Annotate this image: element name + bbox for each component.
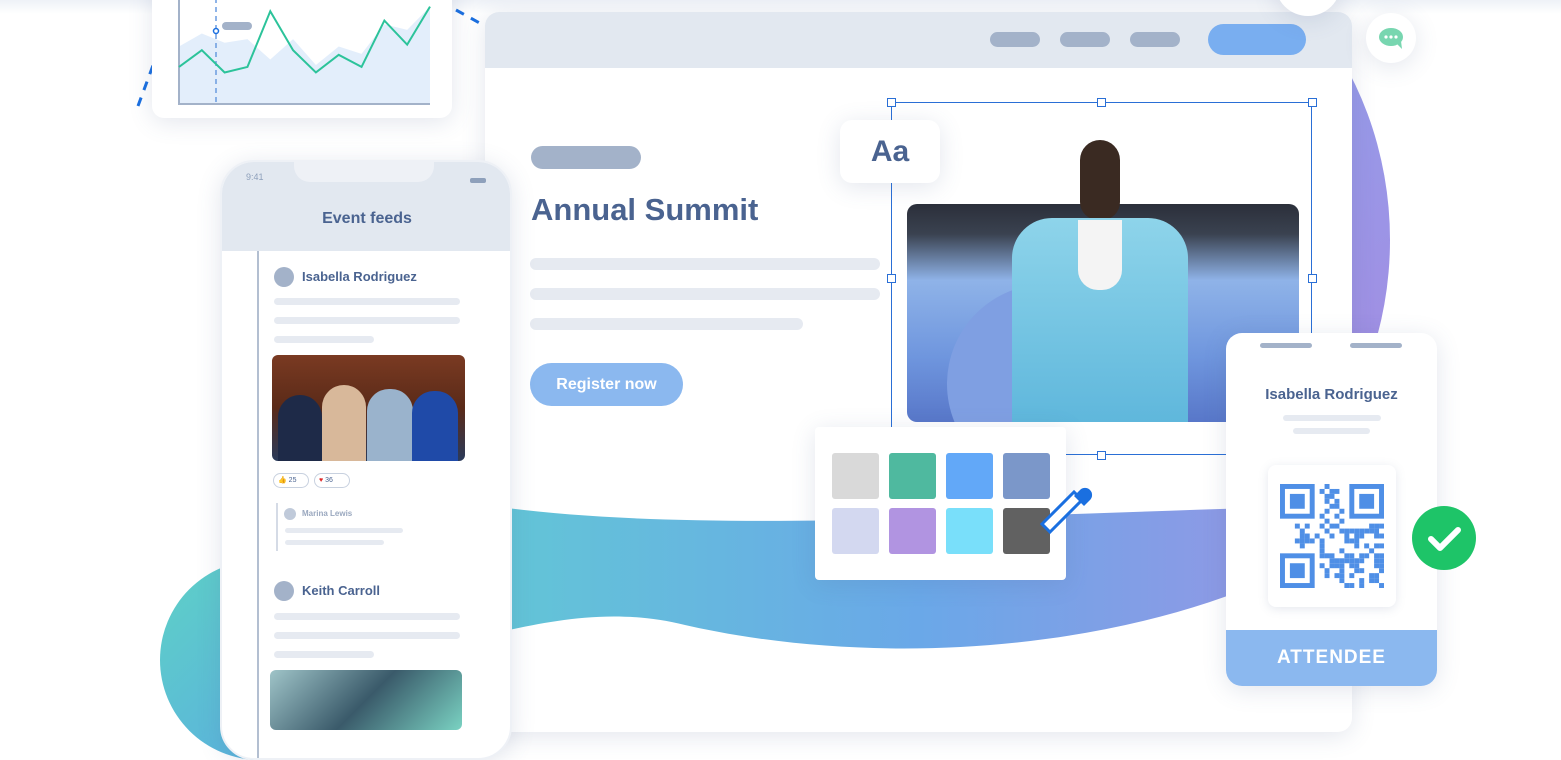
eyebrow-pill: [531, 146, 641, 169]
resize-handle[interactable]: [887, 98, 896, 107]
text-placeholder: [285, 540, 384, 545]
color-swatch[interactable]: [946, 508, 993, 554]
post-author[interactable]: Isabella Rodriguez: [302, 269, 417, 284]
register-now-button[interactable]: Register now: [530, 363, 683, 406]
status-time: 9:41: [246, 172, 264, 182]
checkmark-icon: [1412, 506, 1476, 570]
resize-handle[interactable]: [1097, 451, 1106, 460]
nav-link[interactable]: [1130, 32, 1180, 47]
badge-name: Isabella Rodriguez: [1226, 386, 1437, 403]
post-author[interactable]: Keith Carroll: [302, 583, 380, 598]
nav-link[interactable]: [990, 32, 1040, 47]
nav-cta-button[interactable]: [1208, 24, 1306, 55]
badge-role: ATTENDEE: [1226, 630, 1437, 686]
resize-handle[interactable]: [1308, 274, 1317, 283]
eyedropper-icon[interactable]: [1036, 478, 1098, 536]
color-swatch[interactable]: [889, 508, 936, 554]
like-count: 25: [289, 477, 297, 484]
text-placeholder: [530, 288, 880, 300]
typography-button[interactable]: Aa: [840, 120, 940, 183]
post-photo[interactable]: [270, 670, 462, 730]
reply-author[interactable]: Marina Lewis: [302, 509, 352, 518]
text-placeholder: [274, 317, 460, 324]
like-reaction[interactable]: 👍 25: [273, 473, 309, 488]
thumbs-up-icon: 👍: [278, 477, 287, 484]
color-palette: [815, 427, 1066, 580]
text-placeholder: [530, 318, 803, 330]
chart-cursor-point: [214, 29, 219, 34]
heart-icon: ♥: [319, 477, 323, 484]
qr-code-card: [1268, 465, 1396, 607]
post-photo[interactable]: [272, 355, 465, 461]
reply-line: [276, 503, 278, 551]
battery-icon: [470, 178, 486, 183]
resize-handle[interactable]: [887, 274, 896, 283]
color-swatch[interactable]: [832, 453, 879, 499]
window-header: [485, 12, 1352, 68]
text-placeholder: [274, 336, 374, 343]
phone-header: 9:41 Event feeds: [222, 162, 512, 251]
event-title: Annual Summit: [531, 192, 758, 228]
timeline-line: [257, 251, 259, 760]
avatar: [274, 267, 294, 287]
color-swatch[interactable]: [946, 453, 993, 499]
text-placeholder: [285, 528, 403, 533]
mobile-event-feed: 9:41 Event feeds Isabella Rodriguez 👍 25…: [220, 160, 512, 760]
text-placeholder: [1283, 415, 1381, 421]
avatar: [274, 581, 294, 601]
color-swatch[interactable]: [832, 508, 879, 554]
badge-slot: [1350, 343, 1402, 348]
chart-tooltip: [222, 22, 252, 30]
heart-reaction[interactable]: ♥ 36: [314, 473, 350, 488]
resize-handle[interactable]: [1097, 98, 1106, 107]
text-placeholder: [274, 613, 460, 620]
analytics-chart-card: [152, 0, 452, 118]
phone-notch: [294, 160, 434, 182]
text-placeholder: [274, 298, 460, 305]
chat-icon: [1366, 13, 1416, 63]
feed-title: Event feeds: [222, 210, 512, 228]
text-placeholder: [1293, 428, 1370, 434]
attendee-badge: Isabella Rodriguez ATTENDEE: [1226, 333, 1437, 686]
nav-link[interactable]: [1060, 32, 1110, 47]
heart-count: 36: [325, 477, 333, 484]
badge-slot: [1260, 343, 1312, 348]
text-placeholder: [274, 632, 460, 639]
color-swatch[interactable]: [889, 453, 936, 499]
avatar: [284, 508, 296, 520]
text-placeholder: [530, 258, 880, 270]
chat-bubble-button[interactable]: [1366, 13, 1416, 63]
line-chart: [152, 0, 452, 118]
qr-code-icon: [1280, 484, 1384, 588]
text-placeholder: [274, 651, 374, 658]
resize-handle[interactable]: [1308, 98, 1317, 107]
